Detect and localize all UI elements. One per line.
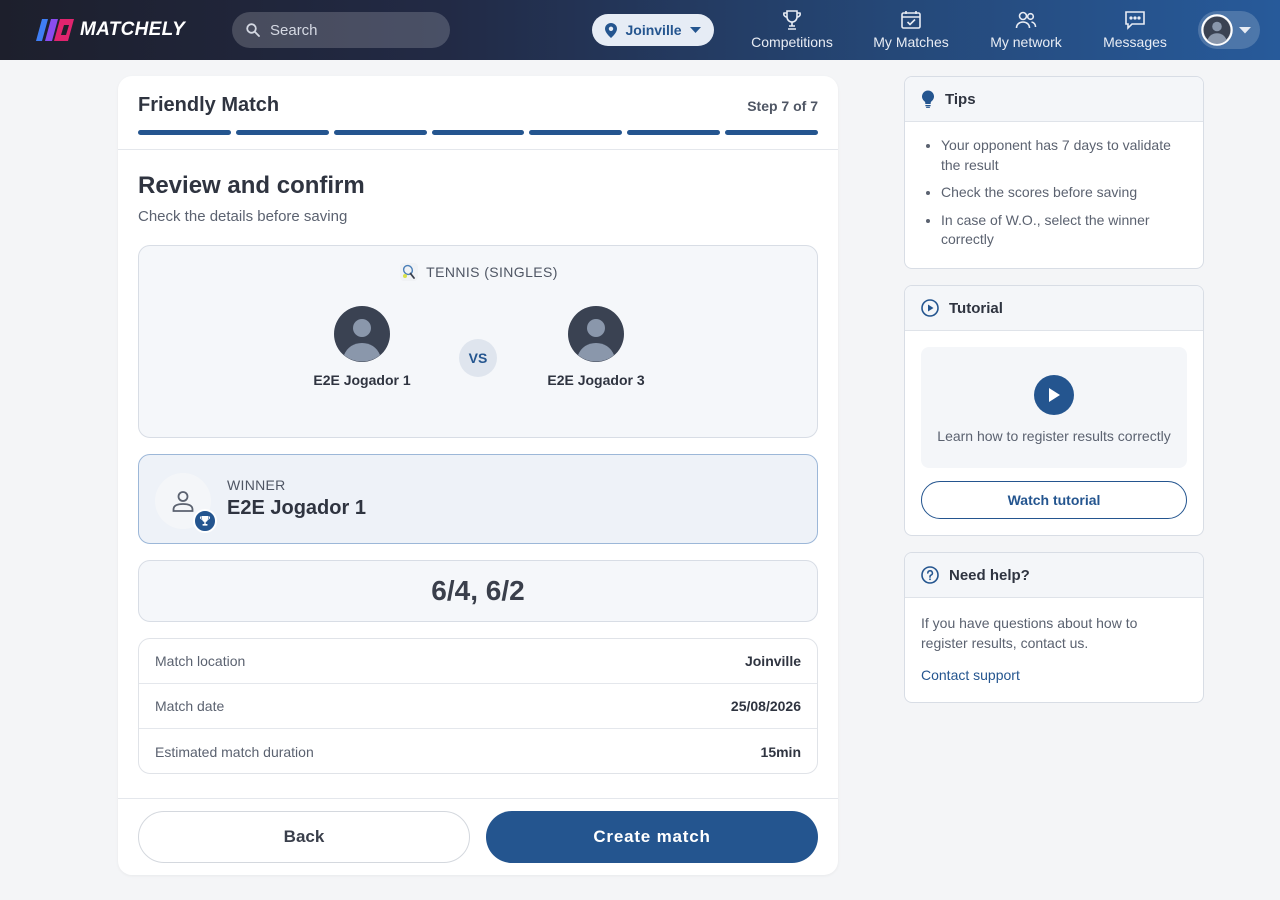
winner-label: WINNER xyxy=(227,477,286,493)
sport-type-label: TENNIS (SINGLES) xyxy=(426,264,558,280)
nav-messages-label: Messages xyxy=(1103,34,1167,50)
brand-logo[interactable]: MATCHELY xyxy=(36,17,185,43)
section-title: Review and confirm xyxy=(138,172,365,199)
tutorial-description: Learn how to register results correctly xyxy=(937,428,1171,444)
progress-segment xyxy=(138,130,231,135)
winner-trophy-badge xyxy=(193,509,217,533)
tutorial-panel-title: Tutorial xyxy=(949,299,1003,317)
top-navigation-bar: MATCHELY Joinville Competitions xyxy=(0,0,1280,60)
chat-bubble-icon xyxy=(1125,11,1145,30)
user-avatar xyxy=(1201,14,1233,46)
nav-my-network-label: My network xyxy=(990,34,1062,50)
step-progress-bar xyxy=(138,130,819,135)
tips-list: Your opponent has 7 days to validate the… xyxy=(905,122,1203,250)
winner-name: E2E Jogador 1 xyxy=(227,497,366,519)
calendar-check-icon xyxy=(901,11,921,29)
match-summary: TENNIS (SINGLES) E2E Jogador 1 VS E2E Jo… xyxy=(138,245,818,438)
divider xyxy=(118,149,838,150)
tip-item: Your opponent has 7 days to validate the… xyxy=(941,136,1183,175)
location-pin-icon xyxy=(605,22,618,38)
match-creation-card: Friendly Match Step 7 of 7 Review and co… xyxy=(118,76,838,875)
player-two-name: E2E Jogador 3 xyxy=(547,372,645,388)
nav-my-network[interactable]: My network xyxy=(988,6,1064,54)
detail-row-location: Match location Joinville xyxy=(139,639,817,684)
location-selector[interactable]: Joinville xyxy=(592,14,714,46)
help-panel-title: Need help? xyxy=(949,566,1030,584)
search-icon xyxy=(246,23,260,37)
person-outline-icon xyxy=(172,491,194,512)
watch-tutorial-button[interactable]: Watch tutorial xyxy=(921,481,1187,519)
progress-segment xyxy=(529,130,623,135)
nav-messages[interactable]: Messages xyxy=(1102,6,1168,54)
help-description: If you have questions about how to regis… xyxy=(921,615,1138,651)
chevron-down-icon xyxy=(689,26,701,33)
nav-competitions-label: Competitions xyxy=(751,34,833,50)
player-one-avatar xyxy=(334,306,390,362)
play-icon xyxy=(1049,388,1060,402)
tutorial-panel: Tutorial Learn how to register results c… xyxy=(904,285,1204,536)
nav-my-matches-label: My Matches xyxy=(873,34,949,50)
nav-my-matches[interactable]: My Matches xyxy=(872,6,950,54)
progress-segment xyxy=(235,130,329,135)
tips-panel: Tips Your opponent has 7 days to validat… xyxy=(904,76,1204,269)
tip-item: Check the scores before saving xyxy=(941,183,1183,203)
progress-segment xyxy=(725,130,819,135)
brand-name: MATCHELY xyxy=(80,19,186,40)
sport-type: TENNIS (SINGLES) xyxy=(139,263,819,281)
search-input[interactable] xyxy=(270,21,430,39)
back-button[interactable]: Back xyxy=(138,811,470,863)
versus-badge: VS xyxy=(459,339,497,377)
card-title: Friendly Match xyxy=(138,94,280,116)
chevron-down-icon xyxy=(1239,26,1251,33)
play-button[interactable] xyxy=(1034,375,1074,415)
search-bar[interactable] xyxy=(232,12,450,48)
help-panel-header: Need help? xyxy=(905,553,1203,598)
detail-key: Match date xyxy=(155,698,225,714)
tutorial-video-preview[interactable]: Learn how to register results correctly xyxy=(921,347,1187,468)
brand-logo-mark-icon xyxy=(36,19,74,41)
contact-support-link[interactable]: Contact support xyxy=(905,653,1203,683)
player-two: E2E Jogador 3 xyxy=(516,306,676,388)
tips-panel-header: Tips xyxy=(905,77,1203,122)
trophy-icon xyxy=(199,516,211,526)
card-header: Friendly Match Step 7 of 7 xyxy=(138,94,818,117)
detail-value: Joinville xyxy=(744,653,801,669)
tips-panel-title: Tips xyxy=(945,90,976,108)
people-icon xyxy=(1015,11,1037,29)
detail-row-date: Match date 25/08/2026 xyxy=(139,684,817,729)
detail-value: 25/08/2026 xyxy=(730,698,801,714)
lightbulb-icon xyxy=(922,90,934,108)
user-menu-button[interactable] xyxy=(1198,11,1260,49)
nav-competitions[interactable]: Competitions xyxy=(750,6,834,54)
player-two-avatar xyxy=(568,306,624,362)
progress-segment xyxy=(627,130,721,135)
detail-value: 15min xyxy=(760,743,801,760)
winner-summary: WINNER E2E Jogador 1 xyxy=(138,454,818,544)
progress-segment xyxy=(431,130,525,135)
play-circle-icon xyxy=(921,299,939,317)
player-one: E2E Jogador 1 xyxy=(282,306,442,388)
step-indicator: Step 7 of 7 xyxy=(747,98,818,114)
progress-segment xyxy=(333,130,427,135)
detail-key: Estimated match duration xyxy=(155,743,314,760)
trophy-icon xyxy=(783,10,801,30)
help-panel: Need help? If you have questions about h… xyxy=(904,552,1204,703)
match-details-list: Match location Joinville Match date 25/0… xyxy=(138,638,818,774)
player-one-name: E2E Jogador 1 xyxy=(313,372,411,388)
question-circle-icon xyxy=(921,566,939,584)
detail-row-duration: Estimated match duration 15min xyxy=(139,729,817,774)
section-subtitle: Check the details before saving xyxy=(138,208,348,225)
divider xyxy=(118,798,838,799)
tutorial-panel-header: Tutorial xyxy=(905,286,1203,331)
location-selector-label: Joinville xyxy=(625,22,682,38)
tennis-racket-icon xyxy=(400,263,419,281)
detail-key: Match location xyxy=(155,653,246,669)
tip-item: In case of W.O., select the winner corre… xyxy=(941,211,1183,250)
match-score: 6/4, 6/2 xyxy=(138,560,818,622)
create-match-button[interactable]: Create match xyxy=(486,811,818,863)
